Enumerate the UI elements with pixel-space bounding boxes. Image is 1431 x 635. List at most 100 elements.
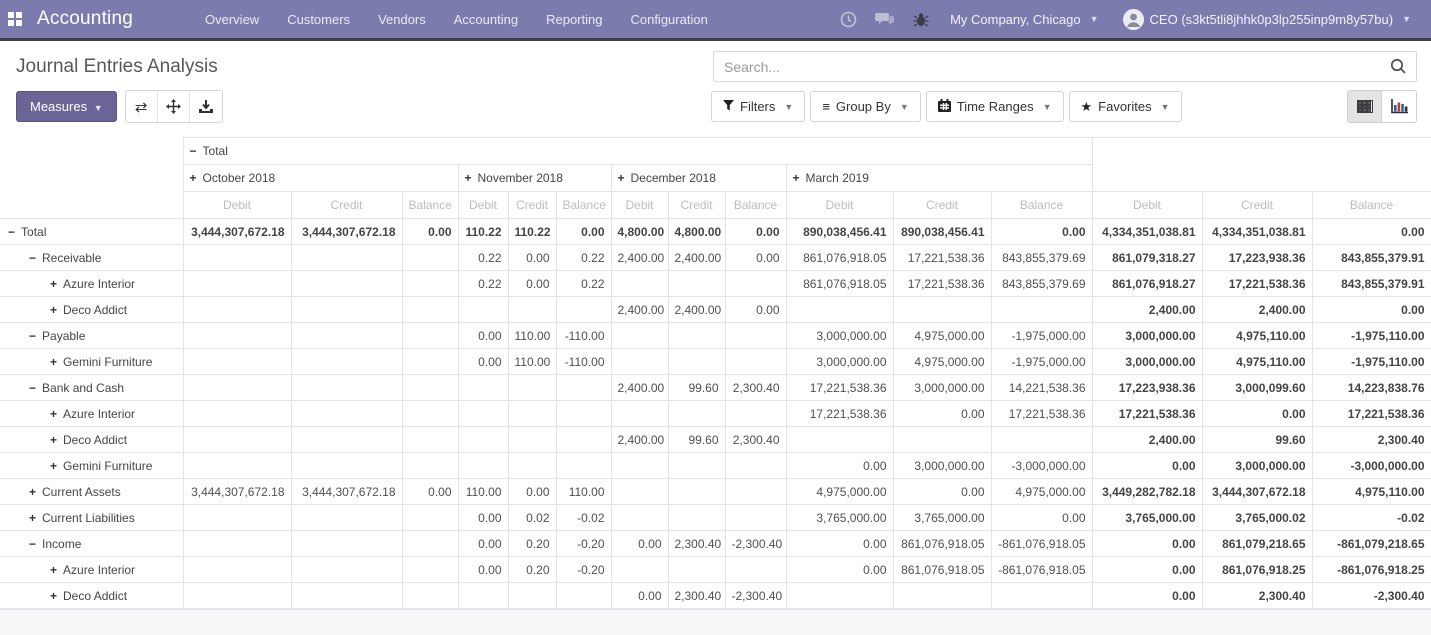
pivot-col-group-march-2019[interactable]: +March 2019 bbox=[786, 165, 1092, 192]
pivot-cell: 17,223,938.36 bbox=[1202, 245, 1312, 271]
pivot-measure-header-balance[interactable]: Balance bbox=[991, 192, 1092, 219]
pivot-row-header-income[interactable]: −Income bbox=[0, 531, 183, 557]
pivot-cell bbox=[508, 453, 556, 479]
clock-icon[interactable] bbox=[840, 11, 857, 28]
user-name: CEO (s3kt5tli8jhhk0p3lp255inp9m8y57bu) bbox=[1150, 12, 1394, 27]
search-input[interactable] bbox=[714, 59, 1381, 75]
pivot-measure-header-balance[interactable]: Balance bbox=[1312, 192, 1431, 219]
pivot-measure-header-credit[interactable]: Credit bbox=[291, 192, 402, 219]
pivot-cell: 3,000,000.00 bbox=[893, 375, 991, 401]
collapse-icon: − bbox=[29, 251, 36, 265]
pivot-measure-header-balance[interactable]: Balance bbox=[556, 192, 611, 219]
pivot-cell: 0.00 bbox=[556, 219, 611, 245]
pivot-cell: 2,300.40 bbox=[1312, 427, 1431, 453]
pivot-cell: 0.00 bbox=[893, 479, 991, 505]
app-brand[interactable]: Accounting bbox=[37, 8, 133, 30]
company-switcher[interactable]: My Company, Chicago ▼ bbox=[938, 12, 1110, 27]
pivot-cell bbox=[668, 479, 725, 505]
pivot-row-header-azure-interior[interactable]: +Azure Interior bbox=[0, 401, 183, 427]
pivot-cell bbox=[668, 401, 725, 427]
pivot-cell: 0.00 bbox=[508, 271, 556, 297]
pivot-row-header-payable[interactable]: −Payable bbox=[0, 323, 183, 349]
chat-icon[interactable] bbox=[875, 11, 895, 27]
pivot-cell bbox=[291, 583, 402, 609]
group-by-button[interactable]: ≡ Group By ▼ bbox=[810, 91, 920, 122]
user-menu[interactable]: CEO (s3kt5tli8jhhk0p3lp255inp9m8y57bu) ▼ bbox=[1111, 9, 1423, 30]
pivot-cell: 2,400.00 bbox=[611, 297, 668, 323]
nav-menu-customers[interactable]: Customers bbox=[273, 0, 364, 39]
pivot-cell bbox=[893, 427, 991, 453]
pivot-measure-header-credit[interactable]: Credit bbox=[1202, 192, 1312, 219]
pivot-col-group-october-2018[interactable]: +October 2018 bbox=[183, 165, 458, 192]
search-icon[interactable] bbox=[1381, 58, 1416, 75]
nav-menu-reporting[interactable]: Reporting bbox=[532, 0, 616, 39]
expand-icon: + bbox=[793, 171, 800, 185]
pivot-row-header-deco-addict[interactable]: +Deco Addict bbox=[0, 583, 183, 609]
pivot-cell: 0.00 bbox=[893, 401, 991, 427]
bug-icon[interactable] bbox=[913, 11, 929, 28]
pivot-cell bbox=[556, 401, 611, 427]
pivot-measure-header-debit[interactable]: Debit bbox=[611, 192, 668, 219]
pivot-row-header-deco-addict[interactable]: +Deco Addict bbox=[0, 427, 183, 453]
pivot-row: +Azure Interior17,221,538.360.0017,221,5… bbox=[0, 401, 1431, 427]
pivot-row-header-azure-interior[interactable]: +Azure Interior bbox=[0, 271, 183, 297]
pivot-row-header-gemini-furniture[interactable]: +Gemini Furniture bbox=[0, 349, 183, 375]
pivot-measure-header-balance[interactable]: Balance bbox=[725, 192, 786, 219]
pivot-measure-header-credit[interactable]: Credit bbox=[893, 192, 991, 219]
pivot-cell bbox=[291, 427, 402, 453]
nav-menu-accounting[interactable]: Accounting bbox=[440, 0, 532, 39]
pivot-view-button[interactable] bbox=[1348, 91, 1382, 122]
graph-view-button[interactable] bbox=[1382, 91, 1416, 122]
pivot-row-header-gemini-furniture[interactable]: +Gemini Furniture bbox=[0, 453, 183, 479]
pivot-cell: 3,449,282,782.18 bbox=[1092, 479, 1202, 505]
pivot-col-total-header[interactable]: −Total bbox=[183, 138, 1092, 165]
pivot-measure-header-debit[interactable]: Debit bbox=[183, 192, 291, 219]
pivot-measure-header-credit[interactable]: Credit bbox=[508, 192, 556, 219]
pivot-measure-header-balance[interactable]: Balance bbox=[402, 192, 458, 219]
pivot-measure-header-credit[interactable]: Credit bbox=[668, 192, 725, 219]
filters-button[interactable]: Filters ▼ bbox=[711, 91, 805, 122]
pivot-cell bbox=[291, 453, 402, 479]
pivot-row: +Deco Addict0.002,300.40-2,300.400.002,3… bbox=[0, 583, 1431, 609]
pivot-row-header-current-assets[interactable]: +Current Assets bbox=[0, 479, 183, 505]
pivot-cell: -861,076,918.05 bbox=[991, 531, 1092, 557]
favorites-button[interactable]: ★ Favorites ▼ bbox=[1069, 91, 1182, 122]
pivot-col-group-november-2018[interactable]: +November 2018 bbox=[458, 165, 611, 192]
pivot-cell: -2,300.40 bbox=[1312, 583, 1431, 609]
pivot-row-header-bank-and-cash[interactable]: −Bank and Cash bbox=[0, 375, 183, 401]
nav-menu-configuration[interactable]: Configuration bbox=[616, 0, 721, 39]
col-group-label: November 2018 bbox=[478, 171, 563, 185]
pivot-row-header-azure-interior[interactable]: +Azure Interior bbox=[0, 557, 183, 583]
pivot-row-header-current-liabilities[interactable]: +Current Liabilities bbox=[0, 505, 183, 531]
nav-menu: OverviewCustomersVendorsAccountingReport… bbox=[191, 0, 722, 39]
pivot-cell bbox=[402, 583, 458, 609]
pivot-measure-header-debit[interactable]: Debit bbox=[458, 192, 508, 219]
pivot-row-header-total[interactable]: −Total bbox=[0, 219, 183, 245]
pivot-cell: 2,400.00 bbox=[1092, 297, 1202, 323]
pivot-cell bbox=[402, 245, 458, 271]
pivot-measure-header-debit[interactable]: Debit bbox=[1092, 192, 1202, 219]
pivot-cell bbox=[291, 531, 402, 557]
pivot-row-header-receivable[interactable]: −Receivable bbox=[0, 245, 183, 271]
pivot-cell: 0.00 bbox=[458, 323, 508, 349]
nav-menu-vendors[interactable]: Vendors bbox=[364, 0, 440, 39]
apps-menu-icon[interactable] bbox=[8, 12, 23, 27]
pivot-row-header-deco-addict[interactable]: +Deco Addict bbox=[0, 297, 183, 323]
pivot-cell bbox=[183, 375, 291, 401]
pivot-cell: -0.02 bbox=[1312, 505, 1431, 531]
pivot-cell bbox=[508, 401, 556, 427]
flip-axes-icon[interactable]: ⇄ bbox=[126, 91, 158, 122]
nav-menu-overview[interactable]: Overview bbox=[191, 0, 273, 39]
pivot-row: −Payable0.00110.00-110.003,000,000.004,9… bbox=[0, 323, 1431, 349]
pivot-measure-header-debit[interactable]: Debit bbox=[786, 192, 893, 219]
pivot-cell bbox=[893, 297, 991, 323]
pivot-cell bbox=[291, 557, 402, 583]
pivot-col-group-december-2018[interactable]: +December 2018 bbox=[611, 165, 786, 192]
pivot-cell: 17,221,538.36 bbox=[1202, 271, 1312, 297]
pivot-view-icon bbox=[1357, 100, 1373, 113]
expand-all-icon[interactable] bbox=[158, 91, 190, 122]
measures-button[interactable]: Measures ▼ bbox=[16, 91, 117, 122]
pivot-cell: 3,000,000.00 bbox=[786, 323, 893, 349]
download-icon[interactable] bbox=[190, 91, 222, 122]
time-ranges-button[interactable]: Time Ranges ▼ bbox=[926, 91, 1064, 122]
